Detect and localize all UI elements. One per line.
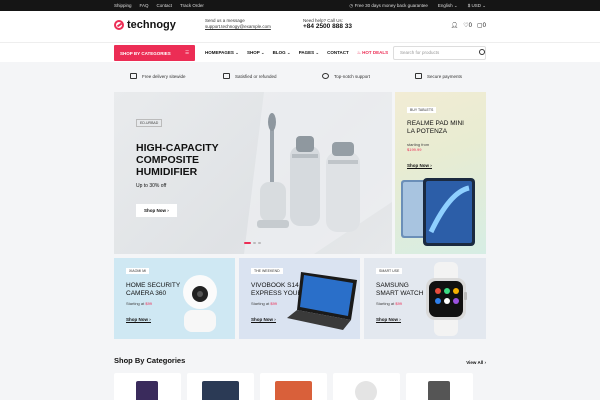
nav-item-contact[interactable]: CONTACT — [327, 50, 349, 56]
promo-card-laptop: THE WEEKEND VIVOBOOK S14 EXPRESS YOURSEL… — [239, 258, 360, 339]
top-links: Shipping FAQ Contact Track Order — [114, 3, 204, 8]
top-link-shipping[interactable]: Shipping — [114, 3, 132, 8]
carousel-dot-2[interactable] — [253, 242, 256, 244]
site-logo[interactable]: technogy — [114, 19, 176, 31]
appliance-thumb — [428, 381, 450, 400]
logo-text: technogy — [127, 19, 176, 31]
phone-contact: Need help? Call Us: +84 2500 888 33 — [303, 18, 352, 30]
shop-by-categories-button[interactable]: SHOP BY CATEGORIES ☰ — [114, 45, 195, 61]
laptop-thumb — [202, 381, 239, 400]
tablet-promo: BUY TABLETS REALME PAD MINI LA POTENZA s… — [395, 92, 486, 254]
category-tile-accessories[interactable] — [333, 373, 400, 400]
fire-icon: ♨ — [356, 50, 361, 55]
promo-card-watch: SMART USE SAMSUNG SMART WATCH Starting a… — [364, 258, 486, 339]
carousel-dot-3[interactable] — [258, 242, 261, 244]
hero-banner: ED-URBAD HIGH-CAPACITY COMPOSITE HUMIDIF… — [114, 92, 392, 254]
tablet-image — [401, 178, 475, 246]
nav-item-homepages[interactable]: HOMEPAGES ⌄ — [205, 50, 239, 56]
camera-image — [183, 275, 217, 332]
main-nav: SHOP BY CATEGORIES ☰ HOMEPAGES ⌄ SHOP ⌄ … — [0, 42, 600, 62]
top-link-track-order[interactable]: Track Order — [180, 3, 204, 8]
hero-title: HIGH-CAPACITY COMPOSITE HUMIDIFIER — [136, 142, 219, 178]
cart-button[interactable]: ▢0 — [477, 22, 486, 29]
lock-icon — [415, 73, 422, 79]
money-back-promo: ◷ Free 30 days money back guarantee — [349, 3, 428, 8]
menu-icon: ☰ — [184, 50, 189, 55]
tv-thumb — [275, 381, 312, 400]
hero-shop-now-button[interactable]: Shop Now › — [136, 204, 177, 217]
promo-card-camera: XIAOMI MI HOME SECURITY CAMERA 360 Start… — [114, 258, 235, 339]
hero-carousel-dots — [244, 242, 261, 244]
feature-support: Top-notch support — [322, 73, 370, 79]
top-right: ◷ Free 30 days money back guarantee Engl… — [349, 3, 486, 9]
refund-icon — [223, 73, 230, 79]
search-icon[interactable] — [479, 49, 485, 55]
nav-item-shop[interactable]: SHOP ⌄ — [247, 50, 265, 56]
top-link-contact[interactable]: Contact — [157, 3, 173, 8]
view-all-link[interactable]: View All › — [466, 360, 486, 365]
feature-delivery: Free delivery sitewide — [130, 73, 186, 79]
category-tile-tvs[interactable] — [260, 373, 327, 400]
accessory-thumb — [355, 381, 377, 400]
chevron-down-icon: ⌄ — [453, 3, 458, 8]
support-email-link[interactable]: support.technogy@example.com — [205, 24, 271, 30]
watch-image — [426, 262, 467, 336]
nav-item-pages[interactable]: PAGES ⌄ — [299, 50, 319, 56]
chevron-down-icon: ⌄ — [482, 3, 486, 8]
category-tile-appliances[interactable] — [406, 373, 473, 400]
nav-menu: HOMEPAGES ⌄ SHOP ⌄ BLOG ⌄ PAGES ⌄ CONTAC… — [205, 50, 388, 56]
message-contact: Send us a message support.technogy@examp… — [205, 18, 271, 30]
phone-thumb — [136, 381, 158, 400]
features-strip: Free delivery sitewide Satisfied or refu… — [0, 63, 600, 90]
site-header: technogy Send us a message support.techn… — [0, 11, 600, 42]
search-input[interactable]: Search for products — [393, 46, 486, 60]
shop-by-categories-heading: Shop By Categories — [114, 356, 186, 365]
language-select[interactable]: English ⌄ — [438, 3, 458, 9]
wishlist-button[interactable]: ♡0 — [463, 22, 472, 29]
feature-secure: Secure payments — [415, 73, 462, 79]
carousel-dot-1[interactable] — [244, 242, 251, 244]
category-tile-laptops[interactable] — [187, 373, 254, 400]
clock-icon: ◷ — [349, 3, 354, 8]
feature-refund: Satisfied or refunded — [223, 73, 277, 79]
nav-item-blog[interactable]: BLOG ⌄ — [273, 50, 291, 56]
user-icon[interactable]: 👤︎ — [451, 22, 459, 29]
category-tiles — [114, 373, 473, 400]
hero-badge: ED-URBAD — [136, 119, 163, 127]
category-tile-phones[interactable] — [114, 373, 181, 400]
logo-icon — [114, 20, 124, 30]
top-bar: Shipping FAQ Contact Track Order ◷ Free … — [0, 0, 600, 11]
hero-subtitle: Up to 30% off — [136, 183, 167, 189]
laptop-image — [287, 272, 357, 330]
currency-select[interactable]: $ USD ⌄ — [468, 3, 486, 9]
headset-icon — [322, 73, 329, 79]
truck-icon — [130, 73, 137, 79]
header-actions: 👤︎ ♡0 ▢0 — [451, 22, 486, 29]
top-link-faq[interactable]: FAQ — [140, 3, 149, 8]
nav-item-hot-deals[interactable]: ♨ HOT DEALS — [357, 50, 388, 56]
phone-number[interactable]: +84 2500 888 33 — [303, 23, 352, 30]
